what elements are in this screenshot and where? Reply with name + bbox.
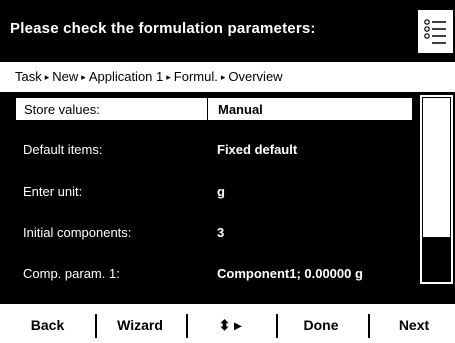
scrollbar[interactable] — [420, 95, 453, 284]
breadcrumb-separator: ▸ — [81, 72, 86, 82]
param-row-comp-param-1[interactable]: Comp. param. 1: Component1; 0.00000 g — [15, 262, 413, 286]
parameter-list: Store values: Manual Default items: Fixe… — [0, 92, 455, 299]
breadcrumb-separator: ▸ — [220, 72, 226, 82]
softkey-bar: Back Wizard ⬍ ▸ Done Next — [0, 304, 455, 343]
breadcrumb-item-formul[interactable]: Formul. — [174, 69, 218, 84]
param-row-initial-components[interactable]: Initial components: 3 — [15, 221, 413, 245]
next-button[interactable]: Next — [375, 304, 453, 343]
param-row-default-items[interactable]: Default items: Fixed default — [15, 138, 413, 162]
wizard-button[interactable]: Wizard — [100, 304, 180, 343]
param-value: Component1; 0.00000 g — [217, 266, 363, 281]
breadcrumb-item-application[interactable]: Application 1 — [89, 69, 163, 84]
list-icon — [424, 19, 446, 44]
breadcrumb-item-task[interactable]: Task — [15, 69, 42, 84]
page-title: Please check the formulation parameters: — [10, 20, 316, 37]
param-row-store-values[interactable]: Store values: Manual — [15, 97, 413, 121]
param-value: Fixed default — [217, 142, 298, 157]
header: Please check the formulation parameters: — [0, 0, 455, 62]
param-label: Store values: — [24, 102, 100, 117]
param-label: Default items: — [23, 142, 103, 157]
breadcrumb-item-new[interactable]: New — [52, 69, 78, 84]
param-value: g — [217, 184, 225, 199]
param-row-enter-unit[interactable]: Enter unit: g — [15, 180, 413, 204]
divider — [95, 314, 97, 338]
param-label: Comp. param. 1: — [23, 266, 120, 281]
list-button[interactable] — [418, 10, 453, 53]
done-button[interactable]: Done — [282, 304, 360, 343]
param-value: 3 — [217, 225, 225, 240]
updown-right-arrows-icon: ⬍ ▸ — [218, 317, 242, 333]
back-button[interactable]: Back — [10, 304, 85, 343]
divider — [276, 314, 278, 338]
param-label: Enter unit: — [23, 184, 83, 199]
breadcrumb-separator: ▸ — [166, 72, 171, 82]
breadcrumb: Task ▸ New ▸ Application 1 ▸ Formul. ▸ Overview — [0, 62, 455, 92]
divider — [186, 314, 188, 338]
breadcrumb-item-overview: Overview — [228, 69, 283, 84]
divider — [368, 314, 370, 338]
navigate-button[interactable]: ⬍ ▸ — [194, 304, 266, 343]
scrollbar-thumb[interactable] — [423, 98, 450, 237]
param-value: Manual — [218, 102, 263, 117]
param-label: Initial components: — [23, 225, 132, 240]
breadcrumb-separator: ▸ — [44, 72, 50, 82]
